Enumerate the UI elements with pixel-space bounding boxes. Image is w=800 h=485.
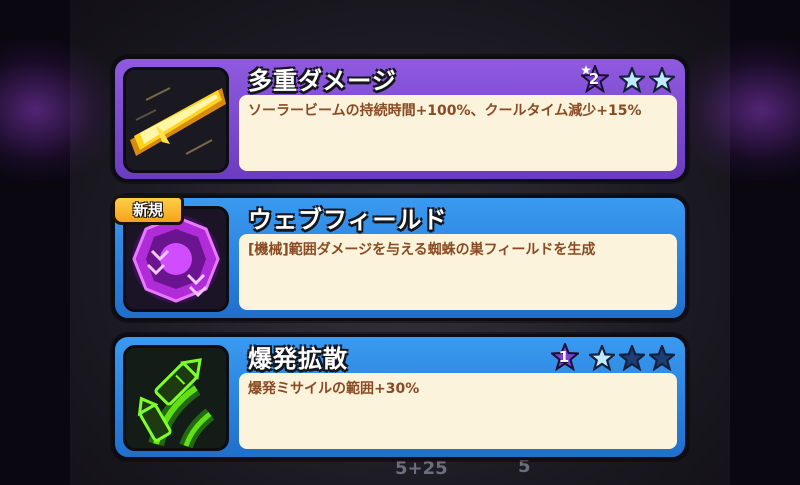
star-filled-icon bbox=[589, 345, 615, 371]
small-star-icon bbox=[581, 65, 591, 75]
new-badge: 新規 bbox=[112, 195, 184, 225]
purple-glow-left bbox=[0, 40, 120, 180]
skill-rating: 2 bbox=[581, 65, 675, 95]
level-number: 1 bbox=[558, 348, 570, 366]
star-empty-icon bbox=[649, 345, 675, 371]
purple-glow-right bbox=[670, 40, 800, 180]
skill-card-explosion-spread[interactable]: 爆発拡散 1 爆発ミサイルの範囲+30% bbox=[112, 334, 688, 460]
star-filled-icon bbox=[649, 67, 675, 93]
star-filled-icon bbox=[619, 67, 645, 93]
star-empty-icon bbox=[619, 345, 645, 371]
skill-title: ウェブフィールド bbox=[248, 206, 448, 234]
level-badge: 1 bbox=[551, 343, 581, 373]
level-badge: 2 bbox=[581, 65, 611, 95]
skill-card-multi-damage[interactable]: 多重ダメージ 2 ソーラービームの持続時間+100%、クールタイム減少+15% bbox=[112, 56, 688, 182]
solar-beam-icon bbox=[123, 67, 229, 173]
missile-icon bbox=[123, 345, 229, 451]
skill-description: ソーラービームの持続時間+100%、クールタイム減少+15% bbox=[239, 95, 677, 171]
skill-title: 爆発拡散 bbox=[248, 345, 348, 373]
background-damage-number: 5+25 bbox=[395, 458, 448, 479]
skill-description: 爆発ミサイルの範囲+30% bbox=[239, 373, 677, 449]
skill-card-web-field[interactable]: ウェブフィールド [機械]範囲ダメージを与える蜘蛛の巣フィールドを生成 bbox=[112, 195, 688, 321]
skill-description: [機械]範囲ダメージを与える蜘蛛の巣フィールドを生成 bbox=[239, 234, 677, 310]
skill-title: 多重ダメージ bbox=[248, 67, 397, 95]
skill-rating: 1 bbox=[551, 343, 675, 373]
